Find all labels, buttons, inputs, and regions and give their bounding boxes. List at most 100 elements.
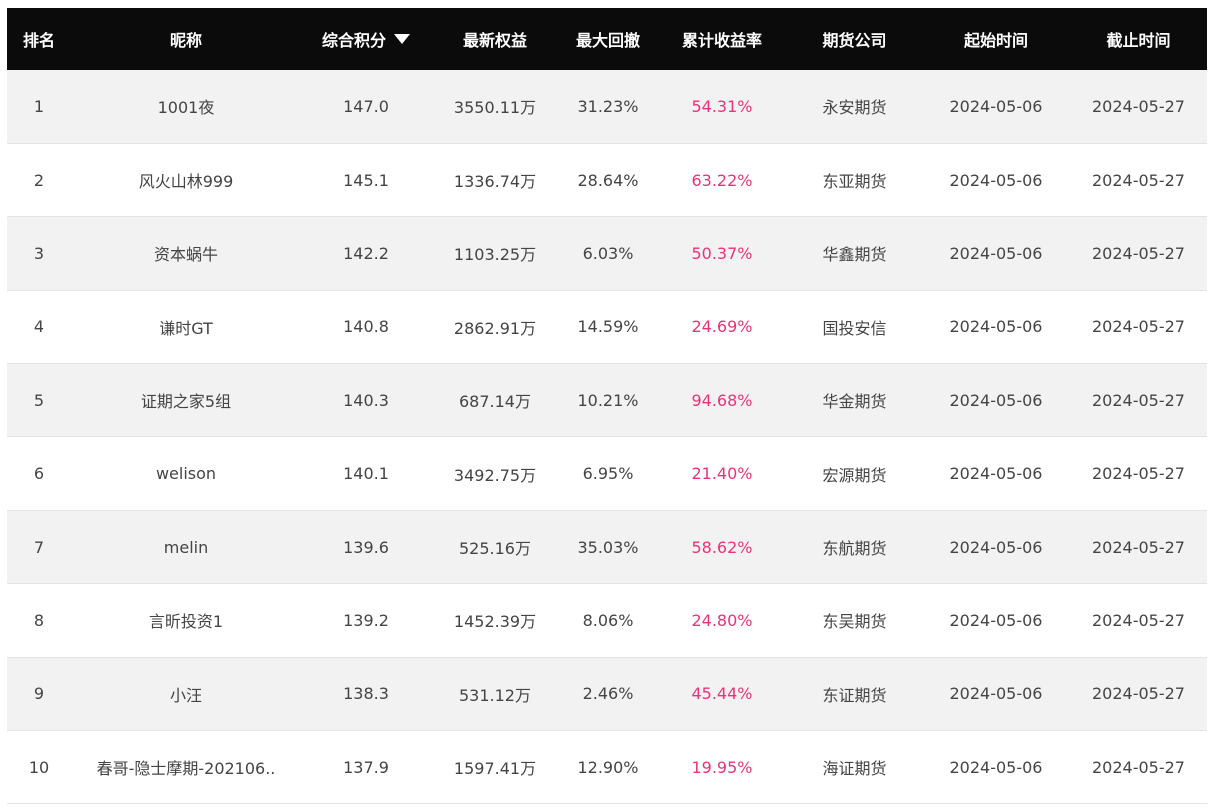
cell-return-rate: 94.68% (691, 390, 753, 410)
cell-company: 华金期货 (822, 392, 887, 412)
cell-score: 140.1 (343, 464, 389, 484)
cell-company: 东吴期货 (822, 612, 887, 632)
table-row[interactable]: 1 1001夜 147.0 3550.11万 31.23% 54.31% 永安期货 2024-… (7, 70, 1207, 144)
cell-drawdown: 6.03% (582, 243, 634, 263)
cell-start-date: 2024-05-06 (949, 610, 1043, 630)
cell-equity: 1103.25万 (453, 245, 537, 265)
cell-company: 东航期货 (822, 539, 887, 559)
cell-start-date: 2024-05-06 (949, 390, 1043, 410)
cell-company: 永安期货 (822, 98, 887, 118)
table-row[interactable]: 8 言昕投资1 139.2 1452.39万 8.06% 24.80% 东吴期货 2024-0… (7, 583, 1207, 658)
cell-nickname: 谦时GT (159, 318, 213, 338)
header-end-date[interactable]: 截止时间 (1070, 8, 1207, 70)
cell-score: 139.6 (343, 537, 389, 557)
table-row[interactable]: 6 welison 140.1 3492.75万 6.95% 21.40% 宏源期货 2024… (7, 436, 1207, 511)
cell-equity: 3492.75万 (453, 465, 537, 485)
cell-end-date: 2024-05-27 (1092, 317, 1185, 337)
cell-end-date: 2024-05-27 (1092, 610, 1185, 630)
table-row[interactable]: 10 春哥-隐士摩期-202106.. 137.9 1597.41万 12.90% 19.… (7, 730, 1207, 804)
cell-rank: 10 (28, 757, 50, 777)
cell-start-date: 2024-05-06 (949, 537, 1043, 557)
cell-score: 147.0 (343, 96, 389, 116)
cell-nickname: 言昕投资1 (148, 612, 224, 632)
cell-score: 138.3 (343, 684, 389, 704)
cell-score: 139.2 (343, 610, 389, 630)
cell-return-rate: 24.69% (691, 317, 753, 337)
cell-end-date: 2024-05-27 (1092, 537, 1185, 557)
cell-start-date: 2024-05-06 (949, 170, 1043, 190)
header-equity[interactable]: 最新权益 (431, 8, 559, 70)
cell-nickname: 春哥-隐士摩期-202106.. (96, 759, 276, 779)
cell-rank: 1 (33, 96, 45, 116)
cell-score: 140.3 (343, 390, 389, 410)
header-score[interactable]: 综合积分 (301, 8, 431, 70)
cell-end-date: 2024-05-27 (1092, 390, 1185, 410)
cell-rank: 9 (33, 684, 45, 704)
cell-end-date: 2024-05-27 (1092, 684, 1185, 704)
table-body: 1 1001夜 147.0 3550.11万 31.23% 54.31% 永安期货 2024-… (7, 70, 1207, 804)
cell-nickname: 1001夜 (157, 98, 215, 118)
cell-equity: 1597.41万 (453, 759, 537, 779)
cell-score: 142.2 (343, 243, 389, 263)
cell-equity: 687.14万 (459, 392, 531, 412)
cell-equity: 525.16万 (459, 539, 531, 559)
table-header: 排名 昵称 综合积分 最新权益 最大回撤 累计收益率 期货公司 起始时间 截止时… (7, 8, 1207, 70)
cell-nickname: welison (155, 464, 217, 484)
cell-rank: 2 (33, 170, 45, 190)
header-nickname[interactable]: 昵称 (71, 8, 301, 70)
ranking-table: 排名 昵称 综合积分 最新权益 最大回撤 累计收益率 期货公司 起始时间 截止时… (7, 8, 1207, 804)
cell-return-rate: 58.62% (691, 537, 753, 557)
sort-desc-icon[interactable] (394, 34, 410, 44)
header-drawdown[interactable]: 最大回撤 (559, 8, 657, 70)
cell-drawdown: 6.95% (582, 464, 634, 484)
cell-nickname: melin (163, 537, 209, 557)
cell-company: 国投安信 (822, 318, 887, 338)
cell-drawdown: 2.46% (582, 684, 634, 704)
cell-rank: 5 (33, 390, 45, 410)
cell-drawdown: 12.90% (577, 757, 639, 777)
table-row[interactable]: 9 小汪 138.3 531.12万 2.46% 45.44% 东证期货 2024-05-06… (7, 657, 1207, 731)
table-row[interactable]: 2 风火山林999 145.1 1336.74万 28.64% 63.22% 东亚期货 202… (7, 143, 1207, 217)
cell-start-date: 2024-05-06 (949, 757, 1043, 777)
cell-rank: 7 (33, 537, 45, 557)
cell-return-rate: 24.80% (691, 610, 753, 630)
cell-end-date: 2024-05-27 (1092, 464, 1185, 484)
table-row[interactable]: 5 证期之家5组 140.3 687.14万 10.21% 94.68% 华金期货 2024-… (7, 363, 1207, 437)
cell-equity: 2862.91万 (453, 318, 537, 338)
cell-drawdown: 35.03% (577, 537, 639, 557)
cell-end-date: 2024-05-27 (1092, 170, 1185, 190)
cell-start-date: 2024-05-06 (949, 243, 1043, 263)
cell-return-rate: 54.31% (691, 96, 753, 116)
cell-company: 宏源期货 (822, 465, 887, 485)
header-return-rate[interactable]: 累计收益率 (657, 8, 787, 70)
table-row[interactable]: 3 资本蜗牛 142.2 1103.25万 6.03% 50.37% 华鑫期货 2024-05… (7, 216, 1207, 291)
cell-drawdown: 14.59% (577, 317, 639, 337)
cell-company: 华鑫期货 (822, 245, 887, 265)
cell-end-date: 2024-05-27 (1092, 96, 1185, 116)
cell-return-rate: 21.40% (691, 464, 753, 484)
header-start-date[interactable]: 起始时间 (922, 8, 1070, 70)
cell-nickname: 小汪 (169, 685, 202, 705)
cell-drawdown: 31.23% (577, 96, 639, 116)
cell-start-date: 2024-05-06 (949, 317, 1043, 337)
cell-end-date: 2024-05-27 (1092, 757, 1185, 777)
table-row[interactable]: 7 melin 139.6 525.16万 35.03% 58.62% 东航期货 2024-0… (7, 510, 1207, 584)
cell-rank: 3 (33, 243, 45, 263)
table-row[interactable]: 4 谦时GT 140.8 2862.91万 14.59% 24.69% 国投安信 2024-0… (7, 290, 1207, 364)
cell-equity: 1336.74万 (453, 172, 537, 192)
cell-score: 140.8 (343, 317, 389, 337)
cell-return-rate: 63.22% (691, 170, 753, 190)
cell-nickname: 资本蜗牛 (153, 245, 218, 265)
cell-drawdown: 28.64% (577, 170, 639, 190)
header-row: 排名 昵称 综合积分 最新权益 最大回撤 累计收益率 期货公司 起始时间 截止时… (7, 8, 1207, 70)
cell-start-date: 2024-05-06 (949, 684, 1043, 704)
cell-rank: 8 (33, 610, 45, 630)
header-rank[interactable]: 排名 (7, 8, 71, 70)
cell-company: 东亚期货 (822, 172, 887, 192)
header-score-label: 综合积分 (321, 31, 386, 50)
cell-return-rate: 19.95% (691, 757, 753, 777)
header-company[interactable]: 期货公司 (787, 8, 922, 70)
cell-equity: 1452.39万 (453, 612, 537, 632)
cell-score: 145.1 (343, 170, 389, 190)
cell-end-date: 2024-05-27 (1092, 243, 1185, 263)
